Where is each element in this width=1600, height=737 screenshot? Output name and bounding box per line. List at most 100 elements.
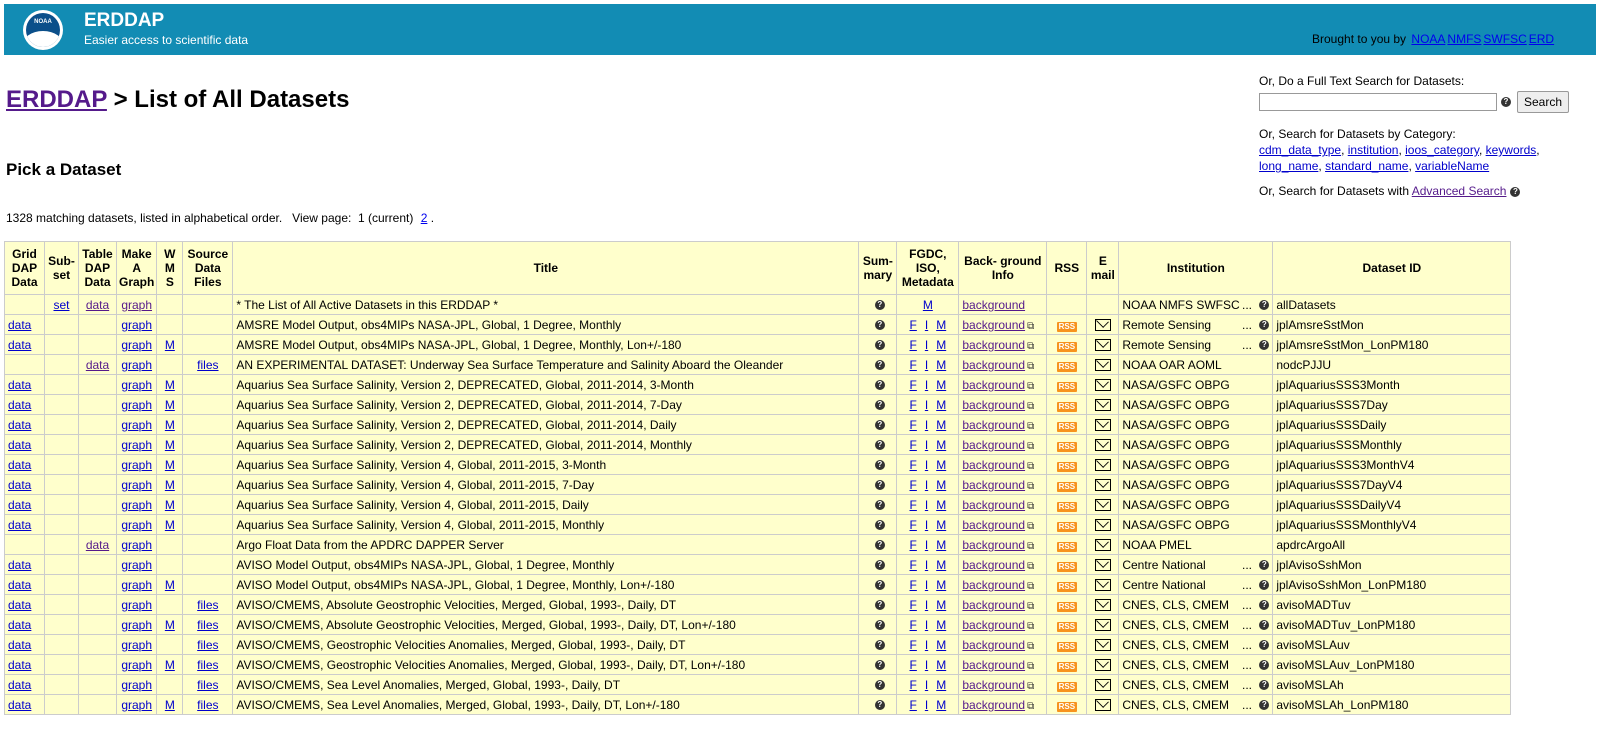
metadata-i-link[interactable]: I: [925, 658, 928, 672]
wms-link[interactable]: M: [165, 578, 175, 592]
email-icon[interactable]: [1094, 399, 1111, 412]
metadata-i-link[interactable]: I: [925, 398, 928, 412]
background-link[interactable]: background: [962, 338, 1025, 352]
graph-link[interactable]: graph: [121, 378, 152, 392]
rss-icon[interactable]: RSS: [1056, 341, 1078, 352]
summary-help-icon[interactable]: ?: [874, 600, 885, 611]
graph-link[interactable]: graph: [121, 518, 152, 532]
metadata-m-link[interactable]: M: [936, 318, 946, 332]
wms-link[interactable]: M: [165, 518, 175, 532]
summary-help-icon[interactable]: ?: [874, 580, 885, 591]
rss-icon[interactable]: RSS: [1056, 521, 1078, 532]
rss-icon[interactable]: RSS: [1056, 461, 1078, 472]
graph-link[interactable]: graph: [121, 358, 152, 372]
background-link[interactable]: background: [962, 638, 1025, 652]
rss-icon[interactable]: RSS: [1056, 661, 1078, 672]
griddap-link[interactable]: data: [8, 598, 31, 612]
category-long-name[interactable]: long_name: [1259, 159, 1318, 173]
email-icon[interactable]: [1094, 659, 1111, 672]
metadata-f-link[interactable]: F: [910, 678, 917, 692]
email-icon[interactable]: [1094, 539, 1111, 552]
email-icon[interactable]: [1094, 519, 1111, 532]
metadata-f-link[interactable]: F: [910, 658, 917, 672]
files-link[interactable]: files: [197, 678, 218, 692]
email-icon[interactable]: [1094, 619, 1111, 632]
email-icon[interactable]: [1094, 499, 1111, 512]
email-icon[interactable]: [1094, 419, 1111, 432]
metadata-m-link[interactable]: M: [936, 558, 946, 572]
metadata-i-link[interactable]: I: [925, 538, 928, 552]
graph-link[interactable]: graph: [121, 638, 152, 652]
metadata-m-link[interactable]: M: [936, 478, 946, 492]
rss-icon[interactable]: RSS: [1056, 501, 1078, 512]
summary-help-icon[interactable]: ?: [874, 640, 885, 651]
metadata-f-link[interactable]: F: [910, 618, 917, 632]
wms-link[interactable]: M: [165, 658, 175, 672]
summary-help-icon[interactable]: ?: [874, 400, 885, 411]
metadata-f-link[interactable]: F: [910, 378, 917, 392]
background-link[interactable]: background: [962, 358, 1025, 372]
wms-link[interactable]: M: [165, 498, 175, 512]
metadata-i-link[interactable]: I: [925, 678, 928, 692]
metadata-f-link[interactable]: F: [910, 338, 917, 352]
metadata-f-link[interactable]: F: [910, 418, 917, 432]
background-link[interactable]: background: [962, 318, 1025, 332]
background-link[interactable]: background: [962, 458, 1025, 472]
griddap-link[interactable]: data: [8, 618, 31, 632]
griddap-link[interactable]: data: [8, 698, 31, 712]
rss-icon[interactable]: RSS: [1056, 441, 1078, 452]
rss-icon[interactable]: RSS: [1056, 641, 1078, 652]
metadata-i-link[interactable]: I: [925, 578, 928, 592]
metadata-f-link[interactable]: F: [910, 518, 917, 532]
graph-link[interactable]: graph: [121, 698, 152, 712]
email-icon[interactable]: [1094, 479, 1111, 492]
files-link[interactable]: files: [197, 658, 218, 672]
noaa-logo[interactable]: NOAA: [23, 10, 63, 50]
tabledap-link[interactable]: data: [86, 538, 109, 552]
summary-help-icon[interactable]: ?: [874, 520, 885, 531]
metadata-i-link[interactable]: I: [925, 618, 928, 632]
graph-link[interactable]: graph: [121, 418, 152, 432]
graph-link[interactable]: graph: [121, 338, 152, 352]
rss-icon[interactable]: RSS: [1056, 701, 1078, 712]
wms-link[interactable]: M: [165, 338, 175, 352]
background-link[interactable]: background: [962, 698, 1025, 712]
wms-link[interactable]: M: [165, 398, 175, 412]
wms-link[interactable]: M: [165, 378, 175, 392]
email-icon[interactable]: [1094, 559, 1111, 572]
griddap-link[interactable]: data: [8, 318, 31, 332]
metadata-f-link[interactable]: F: [910, 458, 917, 472]
graph-link[interactable]: graph: [121, 298, 152, 312]
metadata-m-link[interactable]: M: [936, 438, 946, 452]
email-icon[interactable]: [1094, 359, 1111, 372]
help-icon[interactable]: ?: [1510, 186, 1521, 197]
metadata-f-link[interactable]: F: [910, 398, 917, 412]
advanced-search-link[interactable]: Advanced Search: [1412, 184, 1507, 198]
institution-help-icon[interactable]: ?: [1259, 560, 1270, 571]
metadata-f-link[interactable]: F: [910, 638, 917, 652]
email-icon[interactable]: [1094, 379, 1111, 392]
metadata-i-link[interactable]: I: [925, 518, 928, 532]
rss-icon[interactable]: RSS: [1056, 541, 1078, 552]
summary-help-icon[interactable]: ?: [874, 500, 885, 511]
rss-icon[interactable]: RSS: [1056, 621, 1078, 632]
files-link[interactable]: files: [197, 638, 218, 652]
help-icon[interactable]: ?: [1501, 97, 1511, 107]
metadata-i-link[interactable]: I: [925, 418, 928, 432]
graph-link[interactable]: graph: [121, 498, 152, 512]
griddap-link[interactable]: data: [8, 398, 31, 412]
background-link[interactable]: background: [962, 538, 1025, 552]
graph-link[interactable]: graph: [121, 538, 152, 552]
metadata-m-link[interactable]: M: [936, 658, 946, 672]
institution-help-icon[interactable]: ?: [1259, 640, 1270, 651]
metadata-m-link[interactable]: M: [936, 538, 946, 552]
metadata-f-link[interactable]: F: [910, 578, 917, 592]
background-link[interactable]: background: [962, 678, 1025, 692]
griddap-link[interactable]: data: [8, 418, 31, 432]
rss-icon[interactable]: RSS: [1056, 401, 1078, 412]
institution-help-icon[interactable]: ?: [1259, 600, 1270, 611]
category-standard-name[interactable]: standard_name: [1325, 159, 1408, 173]
metadata-f-link[interactable]: F: [910, 698, 917, 712]
metadata-i-link[interactable]: I: [925, 558, 928, 572]
graph-link[interactable]: graph: [121, 678, 152, 692]
